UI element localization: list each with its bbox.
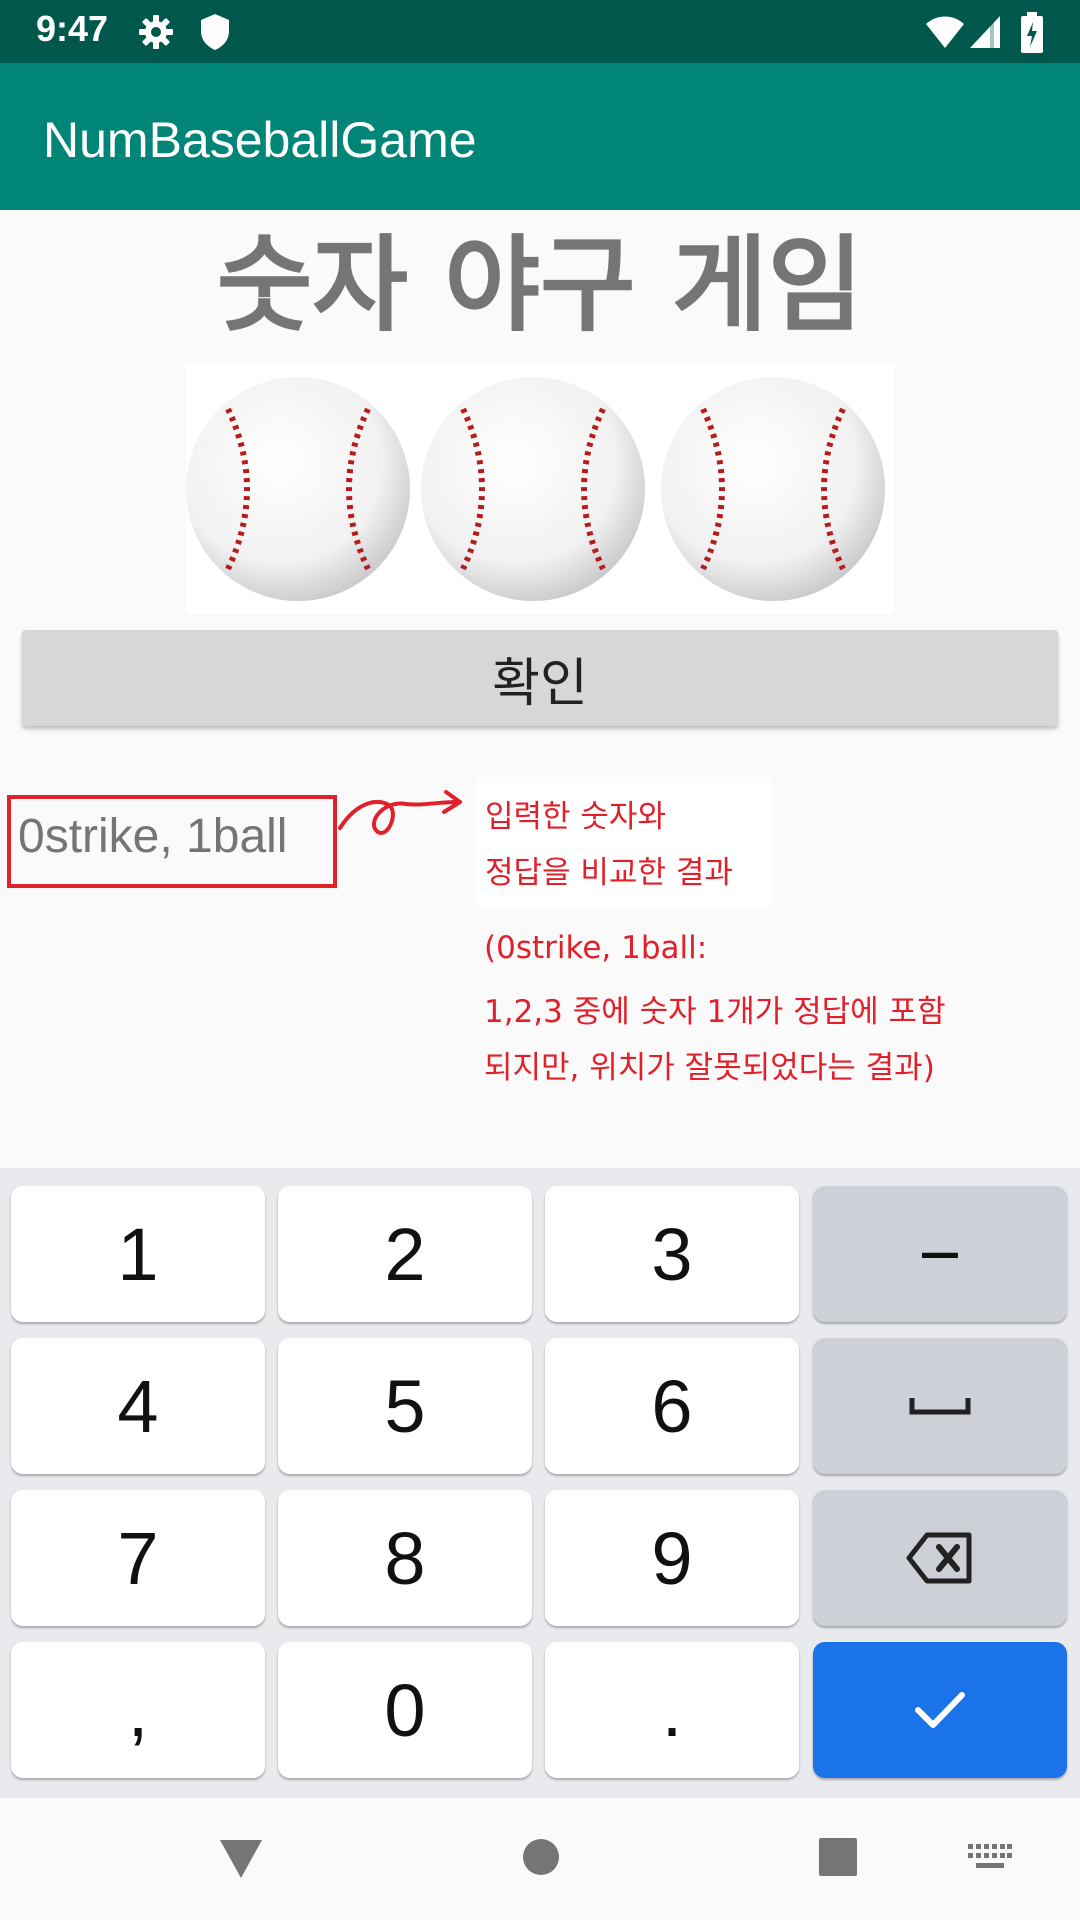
- status-bar: 9:47: [0, 0, 1080, 63]
- backspace-icon: [906, 1532, 972, 1584]
- back-icon[interactable]: [218, 1838, 264, 1883]
- status-time: 9:47: [36, 8, 109, 49]
- keyboard-switch-icon[interactable]: [968, 1844, 1012, 1875]
- annotation-arrow-icon: [336, 780, 466, 864]
- baseball-3: [661, 377, 885, 601]
- shield-icon: [198, 12, 232, 56]
- key-5[interactable]: 5: [278, 1338, 532, 1474]
- baseball-2: [421, 377, 645, 601]
- note-line-1: 입력한 숫자와: [485, 799, 666, 835]
- baseball-balls-image: [186, 364, 894, 614]
- checkmark-icon: [915, 1692, 965, 1728]
- explain-line-3: 되지만, 위치가 잘못되었다는 결과): [484, 1050, 935, 1086]
- recents-icon[interactable]: [818, 1837, 858, 1880]
- signal-icon: [968, 12, 1004, 56]
- key-1[interactable]: 1: [11, 1186, 265, 1322]
- key-0[interactable]: 0: [278, 1642, 532, 1778]
- result-highlight-box: 0strike, 1ball: [7, 795, 337, 888]
- key-backspace[interactable]: [813, 1490, 1067, 1626]
- key-9[interactable]: 9: [545, 1490, 799, 1626]
- wifi-icon: [924, 12, 966, 56]
- key-6[interactable]: 6: [545, 1338, 799, 1474]
- app-bar: NumBaseballGame: [0, 63, 1080, 210]
- explain-line-1: (0strike, 1ball:: [484, 930, 708, 966]
- key-2[interactable]: 2: [278, 1186, 532, 1322]
- key-done[interactable]: [813, 1642, 1067, 1778]
- key-comma[interactable]: ,: [11, 1642, 265, 1778]
- key-minus[interactable]: −: [813, 1186, 1067, 1322]
- result-text: 0strike, 1ball: [18, 810, 288, 863]
- key-space[interactable]: [813, 1338, 1067, 1474]
- navigation-bar: [0, 1798, 1080, 1920]
- key-4[interactable]: 4: [11, 1338, 265, 1474]
- app-title: NumBaseballGame: [43, 112, 477, 168]
- annotation-note: 입력한 숫자와 정답을 비교한 결과: [477, 777, 771, 907]
- baseball-1: [186, 377, 410, 601]
- gear-icon: [136, 12, 176, 56]
- key-7[interactable]: 7: [11, 1490, 265, 1626]
- confirm-button[interactable]: 확인: [22, 630, 1058, 726]
- game-title: 숫자 야구 게임: [216, 224, 864, 346]
- space-icon: [909, 1398, 971, 1415]
- key-3[interactable]: 3: [545, 1186, 799, 1322]
- battery-icon: [1020, 12, 1044, 58]
- home-icon[interactable]: [522, 1838, 560, 1879]
- note-line-2: 정답을 비교한 결과: [485, 855, 733, 891]
- numeric-keyboard: 1 2 3 − 4 5 6 7 8 9 , 0 .: [0, 1168, 1080, 1798]
- key-period[interactable]: .: [545, 1642, 799, 1778]
- explain-line-2: 1,2,3 중에 숫자 1개가 정답에 포함: [484, 994, 946, 1030]
- key-8[interactable]: 8: [278, 1490, 532, 1626]
